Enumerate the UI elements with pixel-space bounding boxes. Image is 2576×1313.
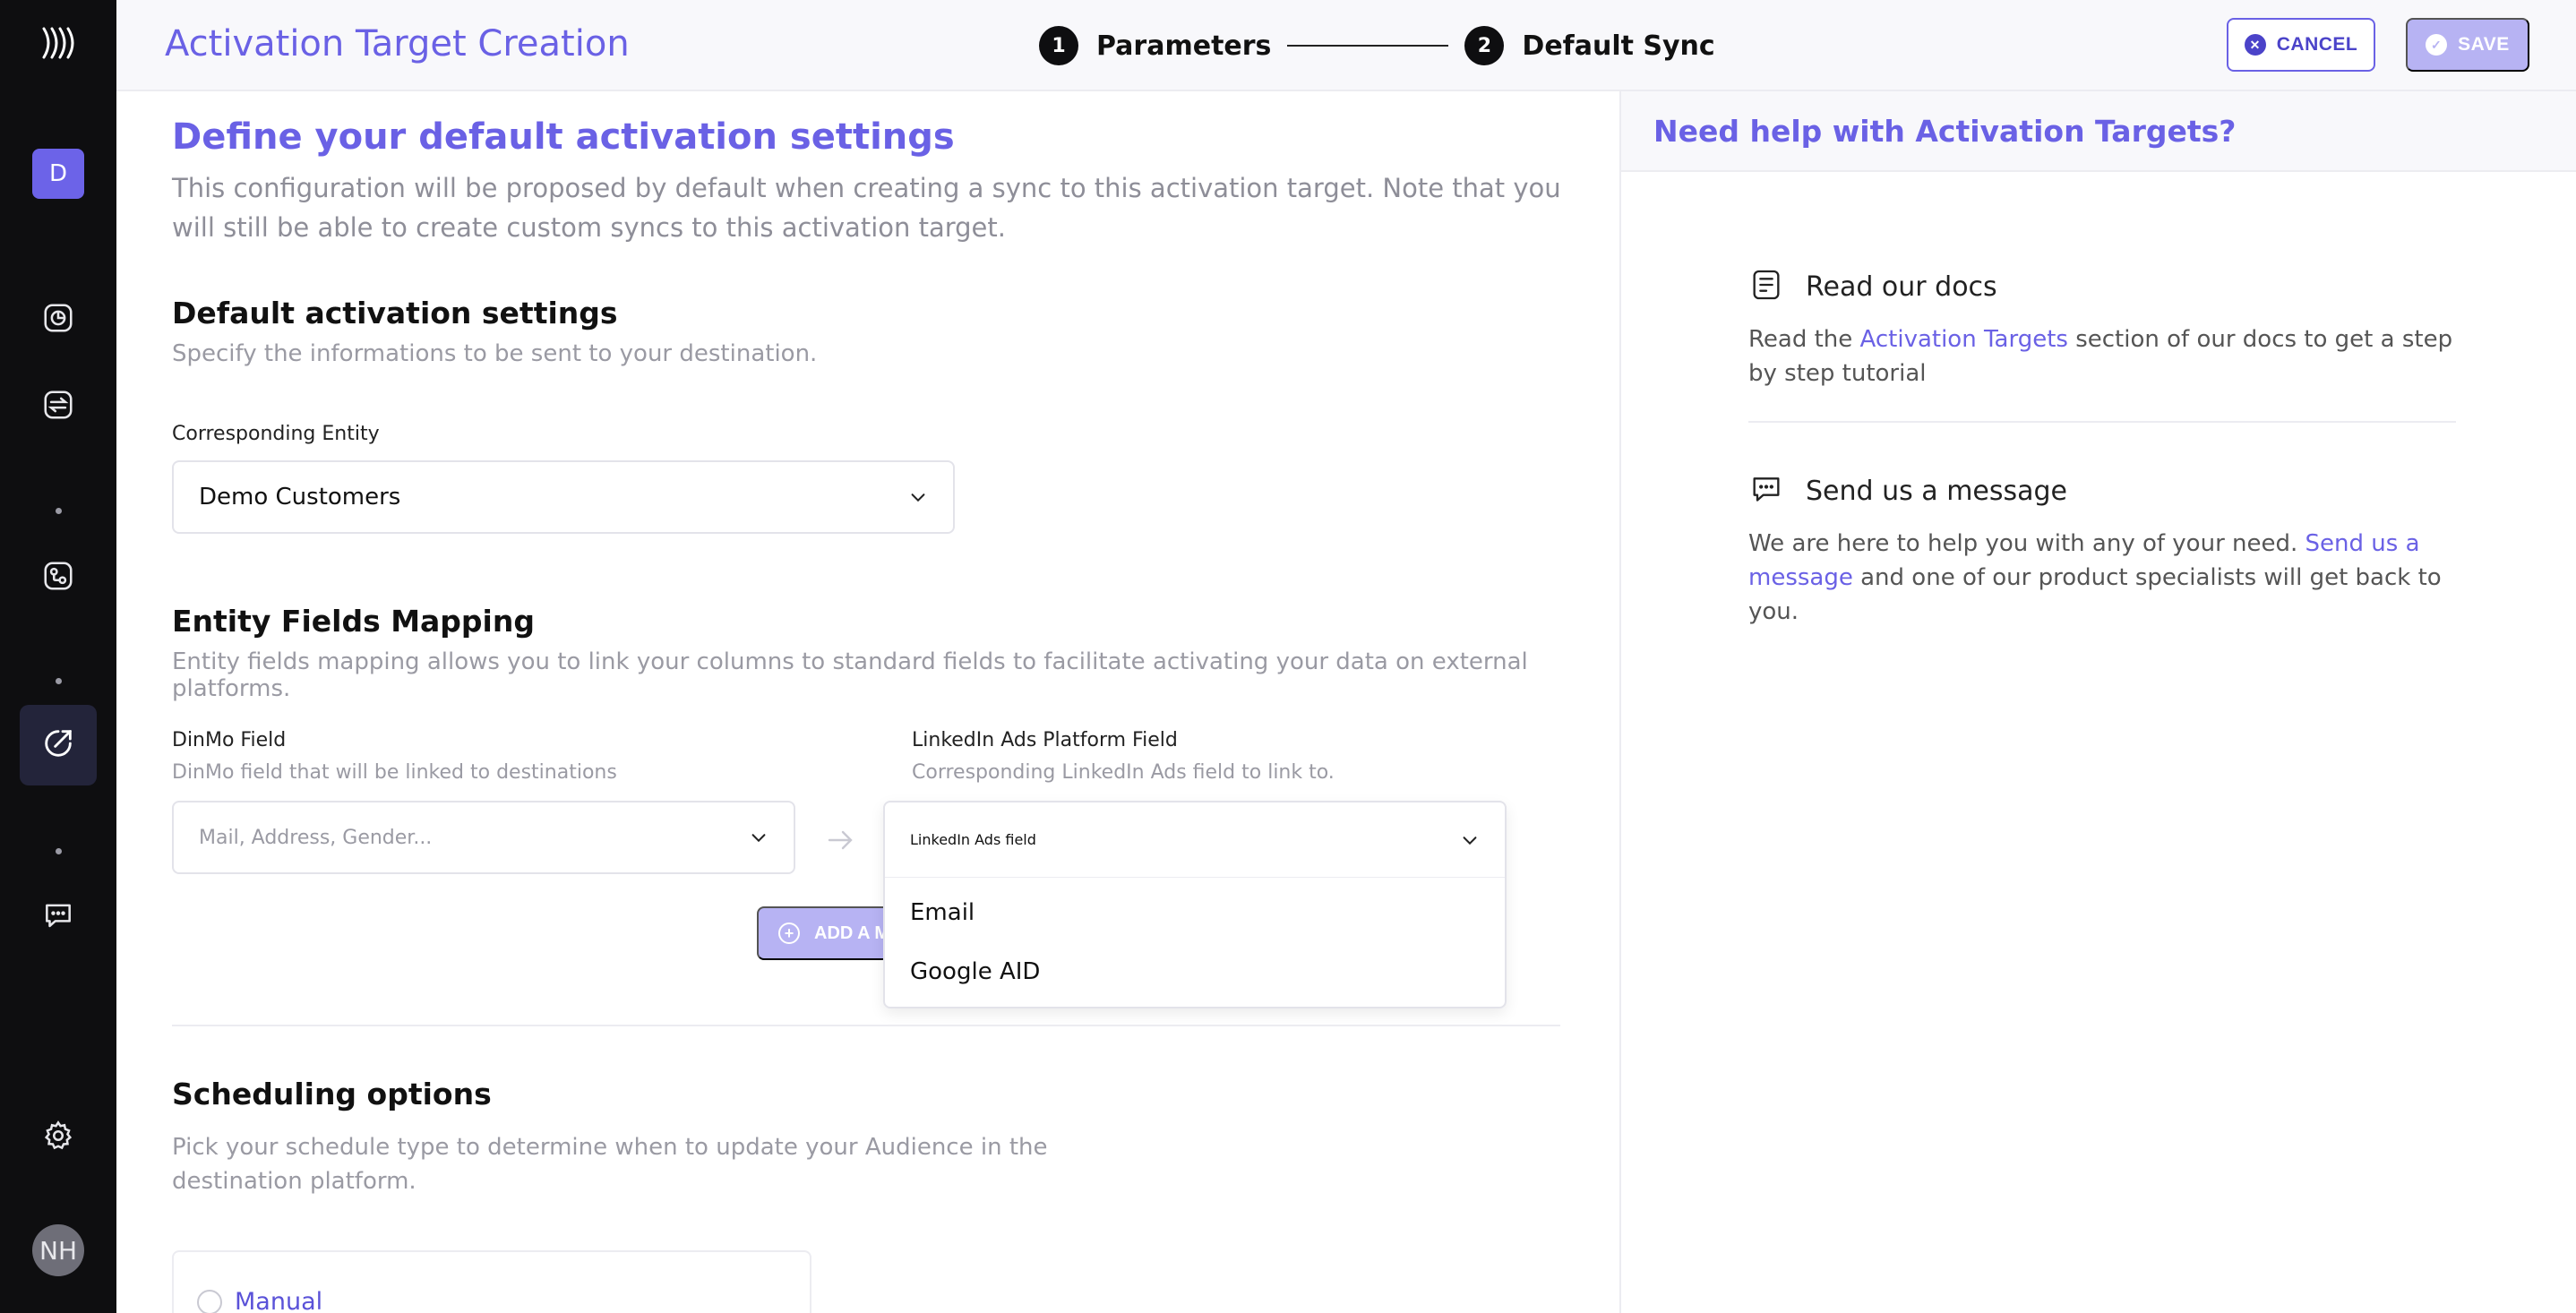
cancel-button[interactable]: ✕ CANCEL [2227,18,2375,72]
scheduling-subtitle: Pick your schedule type to determine whe… [172,1134,1048,1195]
schedule-option-label: Manual [235,1288,323,1313]
arrow-right-icon [824,824,856,856]
message-text: We are here to help you with any of your… [1748,527,2465,629]
mapping-title: Entity Fields Mapping [172,604,535,639]
sidebar-item-activation[interactable] [20,705,97,785]
help-divider [1748,421,2456,423]
docs-text-before: Read the [1748,326,1860,353]
help-title: Need help with Activation Targets? [1653,113,2237,149]
intro-text: This configuration will be proposed by d… [172,173,1561,243]
save-label: SAVE [2458,34,2510,55]
scheduling-title: Scheduling options [172,1077,492,1111]
help-header: Need help with Activation Targets? [1621,91,2576,172]
activation-targets-link[interactable]: Activation Targets [1860,326,2068,353]
workspace-switcher[interactable]: D [0,149,116,199]
message-title: Send us a message [1806,475,2068,507]
schedule-option-manual[interactable]: Manual [172,1250,811,1313]
entity-label: Corresponding Entity [172,423,380,445]
analytics-icon[interactable] [0,293,116,343]
default-settings-title: Default activation settings [172,296,618,330]
default-settings-subtitle: Specify the informations to be sent to y… [172,340,818,367]
save-button[interactable]: ✓ SAVE [2406,18,2529,72]
chat-bubble-icon [1748,471,1806,511]
document-icon [1748,267,1806,306]
activation-icon [40,725,76,765]
mapping-subtitle: Entity fields mapping allows you to link… [172,648,1528,702]
step-1-label[interactable]: Parameters [1096,30,1271,62]
step-connector [1287,45,1449,47]
user-menu[interactable]: NH [0,1223,116,1277]
plus-icon: + [778,923,800,944]
cancel-label: CANCEL [2276,34,2358,55]
main-content: Define your default activation settings … [116,91,1619,1313]
gear-icon[interactable] [0,1111,116,1161]
message-text-after: and one of our product specialists will … [1748,564,2442,625]
step-1-number: 1 [1039,26,1078,65]
platform-field-dropdown[interactable]: LinkedIn Ads field Email Google AID [883,801,1507,1008]
platform-field-label: LinkedIn Ads Platform Field [912,729,1178,751]
entity-select[interactable]: Demo Customers [172,460,955,534]
workflow-icon[interactable] [0,551,116,601]
page-title: Activation Target Creation [165,23,630,64]
step-2-number: 2 [1464,26,1505,65]
add-mapping-label: ADD A M [814,923,890,943]
step-2-label: Default Sync [1522,30,1715,62]
platform-field-subtitle: Corresponding LinkedIn Ads field to link… [912,761,1335,784]
brand-logo-icon[interactable] [0,16,116,70]
workspace-badge[interactable]: D [32,149,84,199]
platform-field-placeholder: LinkedIn Ads field [910,831,1036,848]
help-panel: Need help with Activation Targets? Read … [1619,91,2576,1313]
sync-icon[interactable] [0,380,116,430]
sidebar: D NH [0,0,116,1313]
section-divider [172,1025,1560,1026]
stepper: 1 Parameters 2 Default Sync [1039,25,1715,66]
dinmo-field-select[interactable]: Mail, Address, Gender... [172,801,795,874]
chat-icon[interactable] [0,890,116,940]
chevron-down-icon [908,487,928,507]
top-bar: Activation Target Creation 1 Parameters … [116,0,2576,91]
docs-title: Read our docs [1806,270,1997,303]
radio-button[interactable] [197,1290,222,1313]
nav-separator-dot [0,506,116,515]
section-heading: Define your default activation settings [172,116,955,158]
nav-separator-dot [0,676,116,685]
docs-text: Read the Activation Targets section of o… [1748,322,2465,390]
add-mapping-button[interactable]: + ADD A M [757,906,900,960]
chevron-down-icon [749,828,769,847]
dinmo-field-placeholder: Mail, Address, Gender... [199,826,433,849]
dropdown-option-email[interactable]: Email [885,883,1505,942]
chevron-down-icon [1460,830,1480,850]
entity-value: Demo Customers [199,484,401,511]
check-icon: ✓ [2426,34,2448,56]
dropdown-option-google-aid[interactable]: Google AID [885,942,1505,1001]
message-text-before: We are here to help you with any of your… [1748,530,2306,557]
platform-field-select[interactable]: LinkedIn Ads field [885,802,1505,878]
avatar[interactable]: NH [32,1224,84,1276]
help-docs: Read our docs Read the Activation Target… [1748,267,2465,390]
dinmo-field-subtitle: DinMo field that will be linked to desti… [172,761,617,784]
nav-separator-dot [0,846,116,855]
help-message: Send us a message We are here to help yo… [1748,471,2465,629]
dinmo-field-label: DinMo Field [172,729,287,751]
close-icon: ✕ [2244,34,2266,56]
